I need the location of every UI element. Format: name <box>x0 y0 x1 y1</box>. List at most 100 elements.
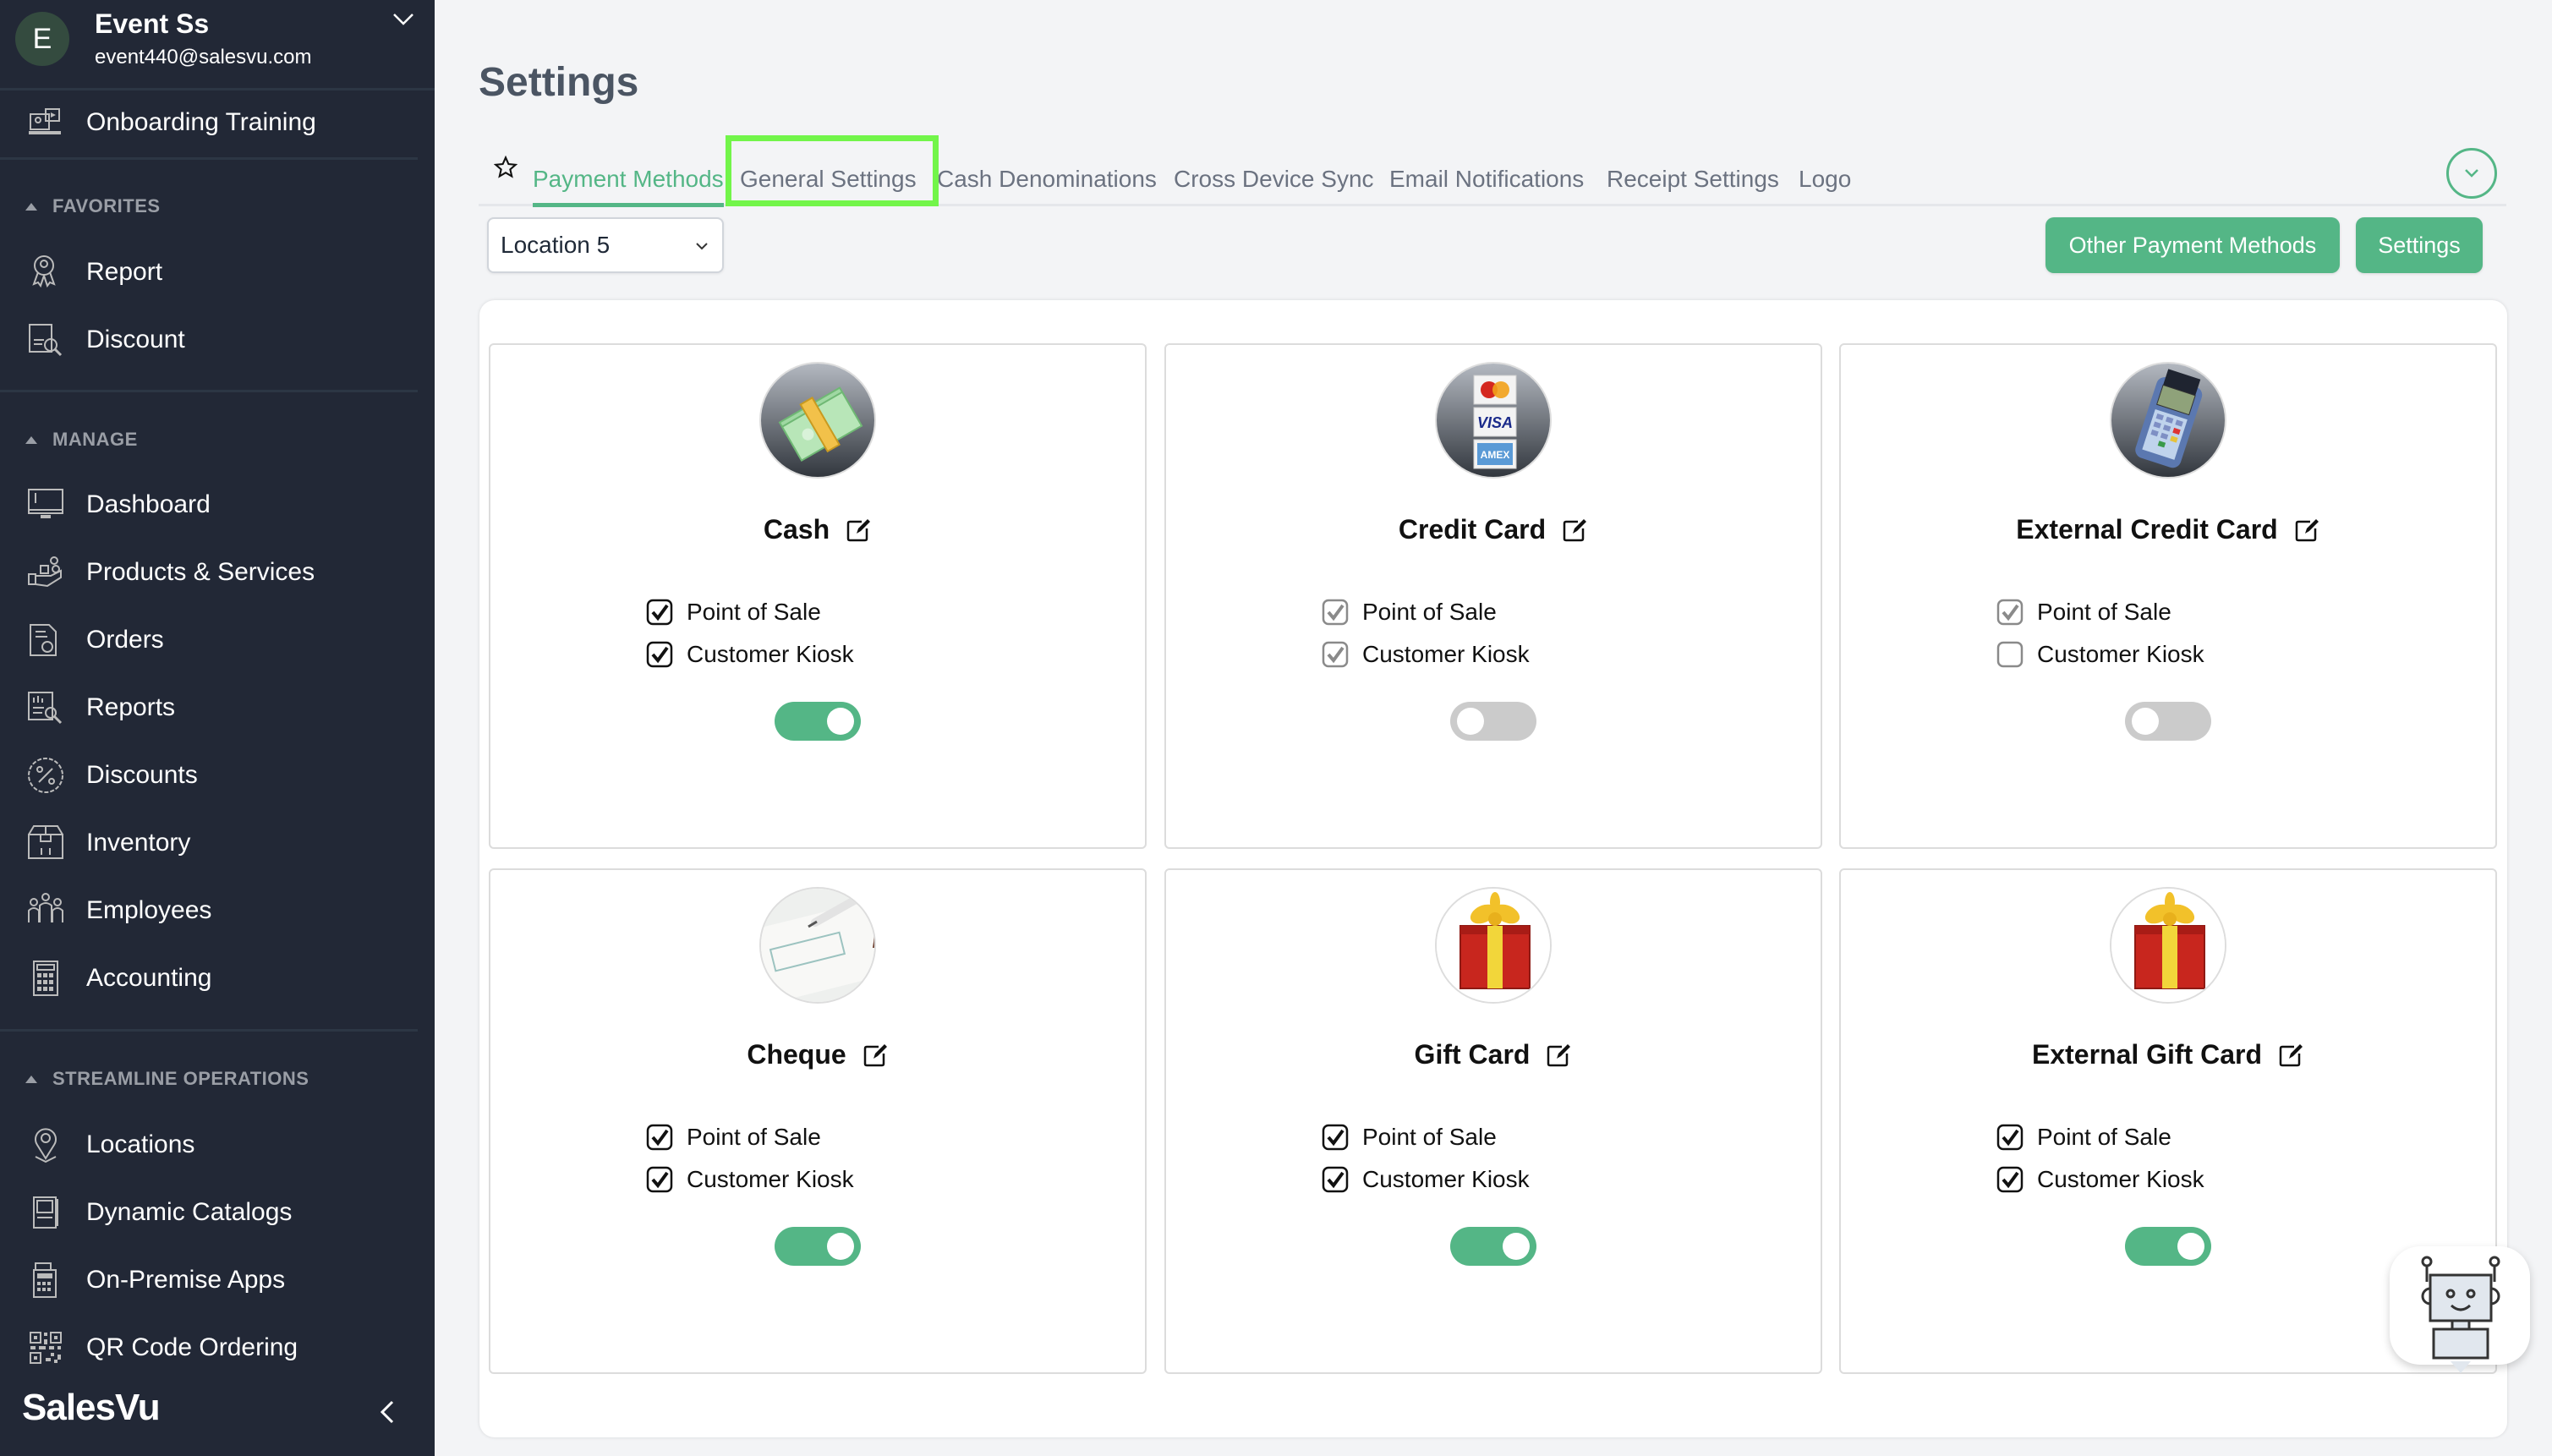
enable-toggle[interactable] <box>775 702 861 741</box>
payment-method-name: Cheque <box>747 1039 846 1070</box>
point-of-sale-checkbox[interactable] <box>1996 1124 2024 1151</box>
employees-icon <box>28 893 63 922</box>
edit-icon[interactable] <box>1561 517 1588 544</box>
point-of-sale-checkbox[interactable] <box>1322 599 1349 626</box>
star-icon[interactable] <box>494 156 518 179</box>
sidebar-item-label: Inventory <box>86 829 191 857</box>
point-of-sale-checkbox[interactable] <box>646 1124 673 1151</box>
customer-kiosk-checkbox[interactable] <box>646 641 673 668</box>
sidebar-item-discounts[interactable]: Discounts <box>0 748 435 802</box>
point-of-sale-checkbox[interactable] <box>1322 1124 1349 1151</box>
customer-kiosk-checkbox[interactable] <box>1996 1166 2024 1193</box>
tab-receipt-settings[interactable]: Receipt Settings <box>1607 154 1779 205</box>
other-payment-methods-button[interactable]: Other Payment Methods <box>2045 217 2340 273</box>
payment-method-title: External Credit Card <box>1841 514 2495 545</box>
sidebar-item-employees[interactable]: Employees <box>0 884 435 938</box>
payment-method-image <box>1435 887 1552 1004</box>
payment-method-name: Cash <box>763 514 830 545</box>
checkbox-label: Customer Kiosk <box>687 641 854 667</box>
section-title: MANAGE <box>52 429 138 450</box>
checkbox-label: Point of Sale <box>687 599 821 625</box>
sidebar-item-inventory[interactable]: Inventory <box>0 816 435 870</box>
enable-toggle[interactable] <box>1450 702 1536 741</box>
section-title: STREAMLINE OPERATIONS <box>52 1068 309 1089</box>
location-select[interactable]: Location 5 <box>487 217 724 273</box>
qr-code-icon <box>30 1332 62 1364</box>
sidebar-item-accounting[interactable]: Accounting <box>0 951 435 1005</box>
edit-icon[interactable] <box>862 1042 889 1069</box>
enable-toggle[interactable] <box>2125 702 2211 741</box>
enable-toggle[interactable] <box>2125 1227 2211 1266</box>
payment-method-card: Cheque Point of Sale Customer Kiosk <box>489 868 1147 1374</box>
divider <box>0 157 418 160</box>
edit-icon[interactable] <box>845 517 872 544</box>
checkbox-label: Point of Sale <box>2037 1124 2171 1150</box>
customer-kiosk-checkbox[interactable] <box>646 1166 673 1193</box>
point-of-sale-checkbox[interactable] <box>1996 599 2024 626</box>
payment-method-image: VISA AMEX <box>1435 362 1552 479</box>
section-manage[interactable]: MANAGE <box>0 423 435 457</box>
enable-toggle[interactable] <box>775 1227 861 1266</box>
robot-icon <box>2421 1256 2500 1373</box>
customer-kiosk-option: Customer Kiosk <box>1996 1163 2204 1196</box>
point-of-sale-checkbox[interactable] <box>646 599 673 626</box>
toggle-knob <box>827 1233 854 1260</box>
report-badge-icon <box>32 255 56 288</box>
tab-cash-denominations[interactable]: Cash Denominations <box>937 154 1157 205</box>
section-streamline-operations[interactable]: STREAMLINE OPERATIONS <box>0 1062 435 1096</box>
brand-logo[interactable]: SalesVu <box>22 1387 161 1429</box>
sidebar-item-on-premise-apps[interactable]: On-Premise Apps <box>0 1253 435 1307</box>
sidebar: E Event Ss event440@salesvu.com Onboardi… <box>0 0 435 1456</box>
section-favorites[interactable]: FAVORITES <box>0 189 435 223</box>
payment-method-name: External Gift Card <box>2031 1039 2263 1070</box>
edit-icon[interactable] <box>2277 1042 2304 1069</box>
checkbox-label: Point of Sale <box>1362 1124 1497 1150</box>
collapse-triangle-icon <box>25 1075 37 1083</box>
sidebar-item-label: Dynamic Catalogs <box>86 1198 293 1226</box>
calculator-icon <box>33 961 58 996</box>
enable-toggle[interactable] <box>1450 1227 1536 1266</box>
sidebar-item-discount[interactable]: Discount <box>0 313 435 367</box>
tab-payment-methods[interactable]: Payment Methods <box>533 154 724 207</box>
chevron-left-icon[interactable] <box>375 1397 399 1427</box>
sidebar-item-qr-code-ordering[interactable]: QR Code Ordering <box>0 1321 435 1375</box>
sidebar-item-orders[interactable]: Orders <box>0 613 435 667</box>
sidebar-item-dynamic-catalogs[interactable]: Dynamic Catalogs <box>0 1185 435 1240</box>
sidebar-item-report[interactable]: Report <box>0 245 435 299</box>
sidebar-item-label: Employees <box>86 896 212 924</box>
edit-icon[interactable] <box>2293 517 2320 544</box>
sidebar-item-locations[interactable]: Locations <box>0 1118 435 1172</box>
chevron-down-icon[interactable] <box>391 7 416 32</box>
expand-toggle-button[interactable] <box>2446 148 2497 199</box>
customer-kiosk-checkbox[interactable] <box>1322 641 1349 668</box>
customer-kiosk-checkbox[interactable] <box>1322 1166 1349 1193</box>
tab-logo[interactable]: Logo <box>1799 154 1851 205</box>
collapse-triangle-icon <box>25 435 37 444</box>
chevron-down-icon <box>2465 169 2478 178</box>
customer-kiosk-option: Customer Kiosk <box>646 1163 854 1196</box>
settings-button[interactable]: Settings <box>2356 217 2483 273</box>
pos-terminal-icon <box>33 1262 57 1298</box>
sidebar-item-label: Dashboard <box>86 490 211 518</box>
chatbot-button[interactable] <box>2390 1246 2530 1373</box>
sidebar-item-label: Products & Services <box>86 558 315 586</box>
edit-icon[interactable] <box>1545 1042 1572 1069</box>
sidebar-item-products-services[interactable]: Products & Services <box>0 545 435 599</box>
sidebar-item-reports[interactable]: Reports <box>0 681 435 735</box>
sidebar-item-dashboard[interactable]: Dashboard <box>0 478 435 532</box>
toggle-knob <box>2177 1233 2204 1260</box>
svg-text:VISA: VISA <box>1477 414 1513 431</box>
reports-icon <box>28 692 63 725</box>
checkbox-label: Point of Sale <box>2037 599 2171 625</box>
profile-header[interactable]: E Event Ss event440@salesvu.com <box>0 0 435 88</box>
location-select-value: Location 5 <box>501 232 611 258</box>
checkbox-label: Customer Kiosk <box>1362 1166 1530 1192</box>
tab-email-notifications[interactable]: Email Notifications <box>1389 154 1584 205</box>
customer-kiosk-option: Customer Kiosk <box>1322 638 1530 671</box>
checkbox-label: Customer Kiosk <box>2037 641 2204 667</box>
sidebar-item-onboarding-training[interactable]: Onboarding Training <box>0 96 435 150</box>
customer-kiosk-checkbox[interactable] <box>1996 641 2024 668</box>
tab-general-settings[interactable]: General Settings <box>740 154 917 205</box>
toggle-knob <box>1457 708 1484 735</box>
tab-cross-device-sync[interactable]: Cross Device Sync <box>1174 154 1374 205</box>
